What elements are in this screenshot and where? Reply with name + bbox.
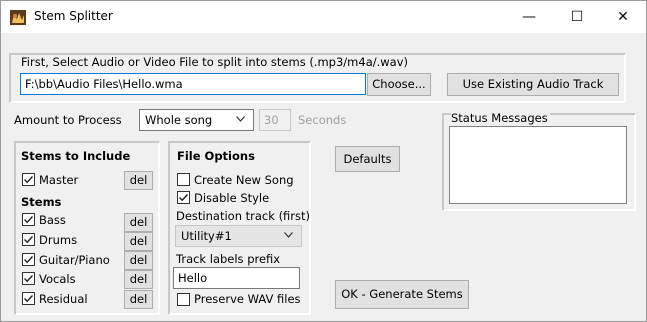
choose-button[interactable]: Choose... — [367, 73, 431, 96]
master-checkbox[interactable] — [22, 173, 35, 186]
master-label: Master — [39, 173, 79, 187]
guitar-piano-label: Guitar/Piano — [39, 253, 110, 267]
create-new-song-label: Create New Song — [194, 173, 294, 187]
master-del-button[interactable]: del — [124, 171, 153, 190]
source-section-label: First, Select Audio or Video File to spl… — [21, 55, 411, 69]
title-bar[interactable]: Stem Splitter — ☐ ✕ — [1, 1, 646, 33]
defaults-button[interactable]: Defaults — [335, 146, 400, 172]
preserve-wav-label: Preserve WAV files — [194, 292, 301, 306]
check-icon — [24, 256, 34, 264]
check-icon — [24, 216, 34, 224]
create-new-song-checkbox[interactable] — [177, 173, 190, 186]
drums-del-button[interactable]: del — [124, 232, 153, 251]
chevron-down-icon — [236, 116, 245, 122]
stem-splitter-window: Stem Splitter — ☐ ✕ First, Select Audio … — [0, 0, 647, 322]
vocals-checkbox[interactable] — [22, 272, 35, 285]
ok-generate-stems-button[interactable]: OK - Generate Stems — [335, 280, 469, 309]
window-title: Stem Splitter — [34, 9, 113, 23]
vocals-del-button[interactable]: del — [124, 270, 153, 289]
residual-label: Residual — [39, 292, 88, 306]
drums-checkbox[interactable] — [22, 233, 35, 246]
track-labels-prefix-label: Track labels prefix — [176, 252, 281, 266]
residual-del-button[interactable]: del — [124, 290, 153, 309]
status-messages-label: Status Messages — [451, 111, 550, 125]
check-icon — [24, 275, 34, 283]
bass-label: Bass — [39, 213, 66, 227]
destination-track-select[interactable]: Utility#1 — [175, 225, 302, 247]
stems-title: Stems — [21, 195, 62, 209]
residual-checkbox[interactable] — [22, 292, 35, 305]
file-path-input[interactable]: F:\bb\Audio Files\Hello.wma — [20, 73, 366, 95]
minimize-button[interactable]: — — [506, 1, 552, 33]
bass-del-button[interactable]: del — [124, 213, 153, 232]
preserve-wav-checkbox[interactable] — [177, 293, 190, 306]
maximize-button[interactable]: ☐ — [554, 1, 600, 33]
guitar-piano-checkbox[interactable] — [22, 253, 35, 266]
use-existing-audio-track-button[interactable]: Use Existing Audio Track — [447, 73, 619, 96]
bass-checkbox[interactable] — [22, 213, 35, 226]
check-icon — [24, 236, 34, 244]
disable-style-checkbox[interactable] — [177, 191, 190, 204]
chevron-down-icon — [284, 232, 293, 238]
disable-style-label: Disable Style — [194, 191, 270, 205]
track-labels-prefix-input[interactable]: Hello — [173, 267, 300, 289]
vocals-label: Vocals — [39, 272, 76, 286]
seconds-input[interactable]: 30 — [259, 109, 291, 131]
amount-label: Amount to Process — [14, 113, 122, 127]
check-icon — [24, 176, 34, 184]
file-options-title: File Options — [177, 149, 255, 163]
stems-to-include-title: Stems to Include — [21, 149, 131, 163]
seconds-label: Seconds — [298, 113, 347, 127]
drums-label: Drums — [39, 233, 78, 247]
check-icon — [24, 295, 34, 303]
close-button[interactable]: ✕ — [600, 1, 646, 33]
destination-selected-value: Utility#1 — [181, 229, 232, 243]
amount-select[interactable]: Whole song — [139, 109, 254, 131]
band-in-a-box-icon — [10, 10, 26, 25]
check-icon — [179, 194, 189, 202]
amount-selected-value: Whole song — [145, 113, 213, 127]
guitar-piano-del-button[interactable]: del — [124, 251, 153, 270]
destination-track-label: Destination track (first) — [176, 209, 311, 223]
status-messages-box — [449, 126, 627, 204]
